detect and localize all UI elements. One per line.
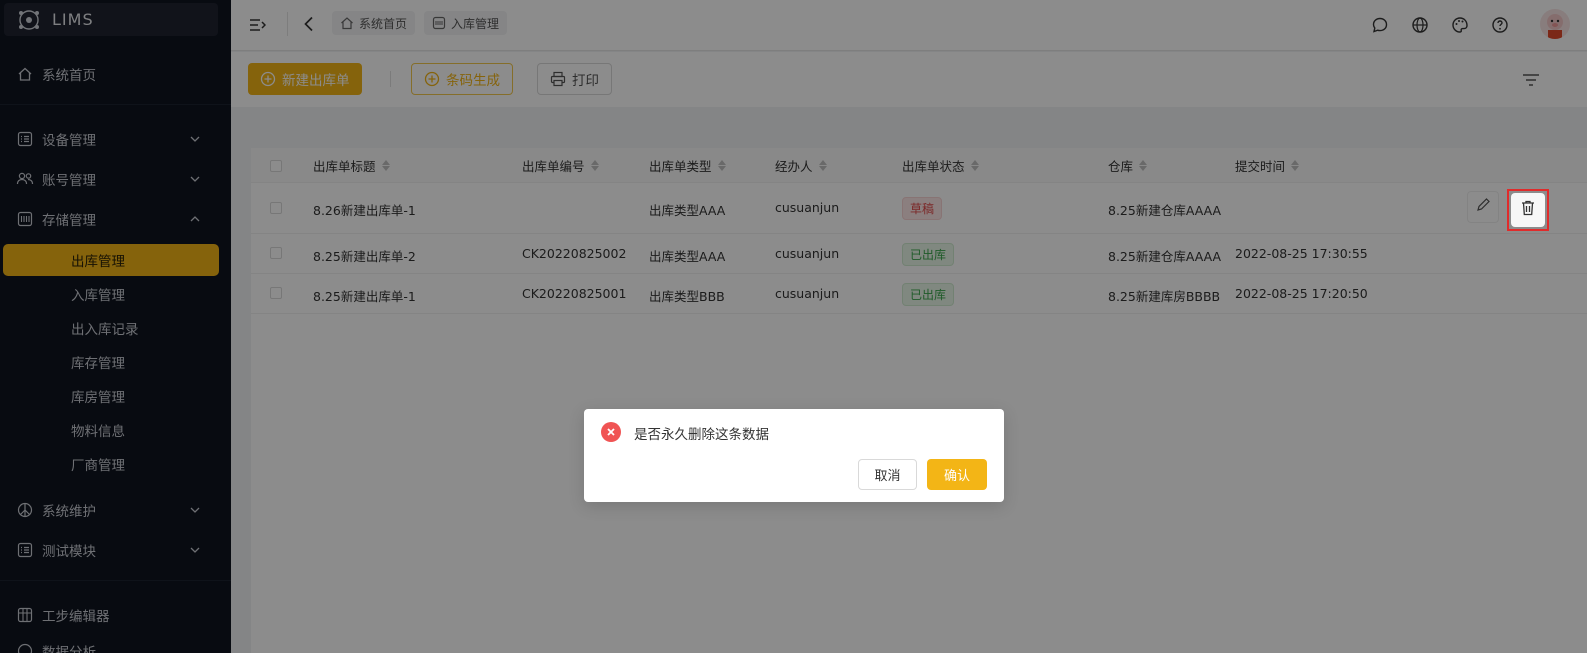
modal-overlay[interactable]	[0, 0, 1587, 653]
error-icon	[601, 422, 621, 442]
highlight-box	[1507, 189, 1549, 231]
confirm-delete-dialog: 是否永久删除这条数据 取消 确认	[584, 409, 1004, 502]
dialog-message: 是否永久删除这条数据	[634, 427, 769, 443]
cancel-button[interactable]: 取消	[858, 459, 917, 490]
confirm-button[interactable]: 确认	[927, 459, 987, 490]
